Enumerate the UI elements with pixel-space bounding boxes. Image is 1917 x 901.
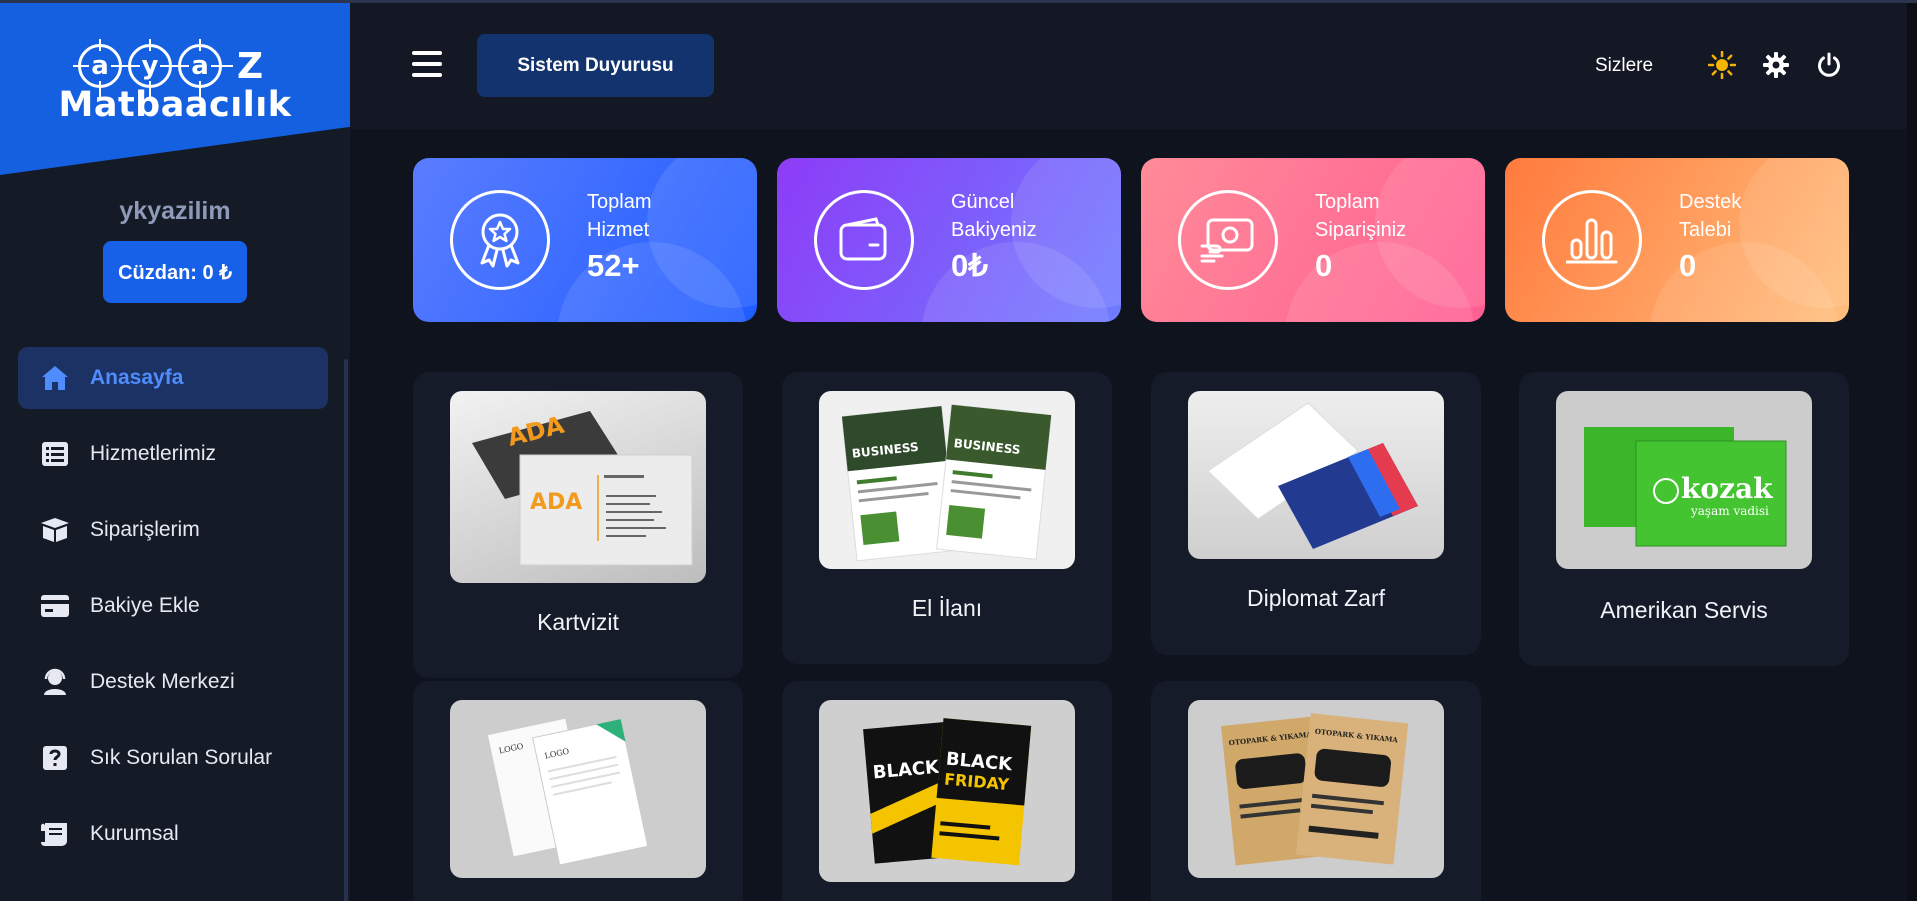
power-icon[interactable] [1813, 49, 1845, 81]
service-card-otopark-fisi[interactable]: OTOPARK & YIKAMA OTOPARK & YIKAMA [1151, 681, 1481, 901]
stat-value: 0 [1679, 248, 1697, 283]
box-icon [38, 513, 72, 547]
service-card-antetli-kagit[interactable]: LOGO LOGO [413, 681, 743, 901]
service-title: Kartvizit [537, 609, 619, 635]
sidebar-item-label: Sık Sorulan Sorular [90, 746, 273, 769]
svg-text:yaşam vadisi: yaşam vadisi [1690, 504, 1769, 518]
sidebar-scrollbar[interactable] [344, 359, 348, 901]
stat-card-orders[interactable]: Toplam Siparişiniz 0 [1141, 158, 1485, 322]
stat-label: Güncel Bakiyeniz [951, 191, 1037, 241]
home-icon [38, 361, 72, 395]
service-card-brosur[interactable]: BLACK BLACK FRIDAY [782, 681, 1112, 901]
sidebar-item-anasayfa[interactable]: Anasayfa [18, 347, 328, 409]
headset-icon [38, 665, 72, 699]
window-edge [1907, 3, 1917, 901]
service-image: BUSINESS BUSINESS [819, 391, 1075, 569]
award-icon [450, 190, 550, 290]
sidebar-item-siparislerim[interactable]: Siparişlerim [18, 499, 328, 561]
sidebar-item-label: Bakiye Ekle [90, 594, 200, 617]
service-card-kartvizit[interactable]: ADA ADA Kartvizit [413, 372, 743, 678]
credit-card-icon [38, 589, 72, 623]
logo-letter-circle: y [128, 44, 172, 88]
sidebar: a y a z Matbaacılık ykyazilim Cüzdan: 0 … [0, 3, 350, 901]
stat-value: 0 [1315, 248, 1333, 283]
service-image: BLACK BLACK FRIDAY [819, 700, 1075, 882]
sidebar-item-sss[interactable]: Sık Sorulan Sorular [18, 727, 328, 789]
sun-icon[interactable] [1706, 49, 1738, 81]
stat-value: 52+ [587, 248, 640, 283]
wallet-icon [814, 190, 914, 290]
sidebar-item-label: Hizmetlerimiz [90, 442, 216, 465]
service-title: Diplomat Zarf [1246, 585, 1386, 611]
logo-letter-circle: a [78, 44, 122, 88]
list-icon [38, 437, 72, 471]
sidebar-item-hizmetlerimiz[interactable]: Hizmetlerimiz [18, 423, 328, 485]
bars-icon [1542, 190, 1642, 290]
stat-label: Toplam Siparişiniz [1315, 191, 1407, 241]
logo-wordmark: Matbaacılık [58, 85, 292, 125]
service-image: LOGO LOGO [450, 700, 706, 878]
announcement-button[interactable]: Sistem Duyurusu [477, 34, 714, 97]
question-icon [38, 741, 72, 775]
service-image: kozak yaşam vadisi [1556, 391, 1812, 569]
sidebar-item-label: Destek Merkezi [90, 670, 235, 693]
sidebar-item-label: Anasayfa [90, 366, 184, 389]
service-image [1188, 391, 1444, 559]
svg-text:ADA: ADA [530, 490, 582, 515]
stat-label: Toplam Hizmet [587, 191, 652, 241]
sidebar-item-kurumsal[interactable]: Kurumsal [18, 803, 328, 865]
svg-text:kozak: kozak [1681, 472, 1773, 505]
service-title: El İlanı [911, 595, 983, 621]
logo-letter: z [236, 45, 264, 87]
sidebar-item-label: Kurumsal [90, 822, 179, 845]
scroll-icon [38, 817, 72, 851]
service-image: ADA ADA [450, 391, 706, 583]
money-icon [1178, 190, 1278, 290]
stat-label: Destek Talebi [1679, 191, 1742, 241]
stat-value: 0₺ [951, 248, 988, 283]
top-header: Sistem Duyurusu Sizlere [350, 3, 1917, 129]
service-image: OTOPARK & YIKAMA OTOPARK & YIKAMA [1188, 700, 1444, 878]
stat-card-support[interactable]: Destek Talebi 0 [1505, 158, 1849, 322]
announcement-marquee: Sizlere [1595, 55, 1654, 76]
sidebar-item-bakiye-ekle[interactable]: Bakiye Ekle [18, 575, 328, 637]
gear-icon[interactable] [1760, 49, 1792, 81]
user-name: ykyazilim [119, 197, 231, 225]
sidebar-item-destek-merkezi[interactable]: Destek Merkezi [18, 651, 328, 713]
menu-toggle-icon[interactable] [412, 51, 442, 77]
stat-card-total-services[interactable]: Toplam Hizmet 52+ [413, 158, 757, 322]
service-card-diplomat-zarf[interactable]: Diplomat Zarf [1151, 372, 1481, 655]
wallet-button[interactable]: Cüzdan: 0 ₺ [103, 241, 247, 303]
stat-card-balance[interactable]: Güncel Bakiyeniz 0₺ [777, 158, 1121, 322]
sidebar-item-label: Siparişlerim [90, 518, 200, 541]
service-card-amerikan-servis[interactable]: kozak yaşam vadisi Amerikan Servis [1519, 372, 1849, 666]
service-card-el-ilani[interactable]: BUSINESS BUSINESS El İlanı [782, 372, 1112, 664]
sidebar-nav: Anasayfa Hizmetlerimiz Siparişlerim Baki… [18, 347, 328, 879]
brand-logo[interactable]: a y a z Matbaacılık [0, 43, 350, 125]
service-title: Amerikan Servis [1600, 597, 1768, 623]
logo-letter-circle: a [178, 44, 222, 88]
